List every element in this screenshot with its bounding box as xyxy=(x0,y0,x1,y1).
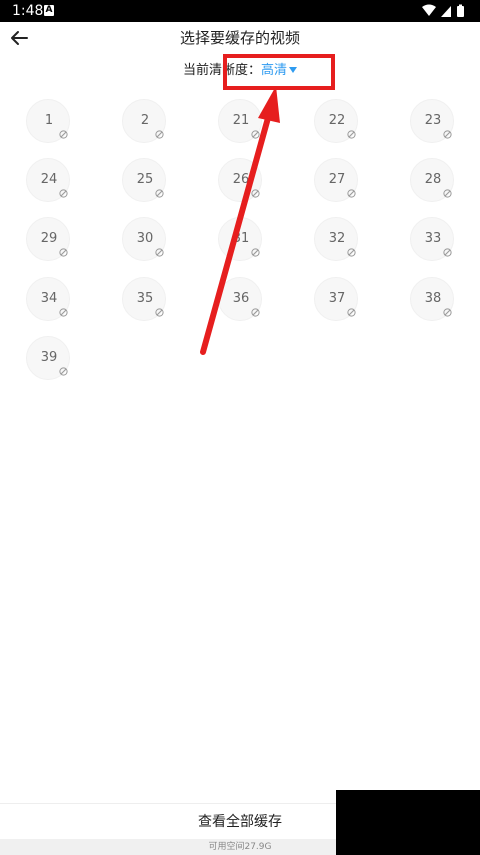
not-cached-icon xyxy=(155,308,164,317)
episode-item[interactable]: 23 xyxy=(410,99,454,143)
status-time: 1:48 xyxy=(12,3,44,19)
episode-item[interactable]: 37 xyxy=(314,277,358,321)
episode-item[interactable]: 38 xyxy=(410,277,454,321)
episode-item[interactable]: 28 xyxy=(410,158,454,202)
episode-item[interactable]: 33 xyxy=(410,217,454,261)
not-cached-icon xyxy=(155,248,164,257)
episode-item[interactable]: 39 xyxy=(26,336,70,380)
not-cached-icon xyxy=(251,308,260,317)
not-cached-icon xyxy=(59,367,68,376)
episode-item[interactable]: 29 xyxy=(26,217,70,261)
black-overlay-box xyxy=(336,790,480,855)
not-cached-icon xyxy=(59,308,68,317)
episode-item[interactable]: 25 xyxy=(122,158,166,202)
wifi-icon xyxy=(422,4,436,16)
episode-item[interactable]: 30 xyxy=(122,217,166,261)
not-cached-icon xyxy=(155,189,164,198)
not-cached-icon xyxy=(347,248,356,257)
app-notification-letter: A xyxy=(45,5,53,15)
not-cached-icon xyxy=(251,130,260,139)
header: 选择要缓存的视频 xyxy=(0,22,480,58)
episode-item[interactable]: 21 xyxy=(218,99,262,143)
not-cached-icon xyxy=(347,189,356,198)
episode-item[interactable]: 1 xyxy=(26,99,70,143)
episode-item[interactable]: 22 xyxy=(314,99,358,143)
not-cached-icon xyxy=(443,130,452,139)
not-cached-icon xyxy=(251,248,260,257)
page-title: 选择要缓存的视频 xyxy=(179,29,300,47)
highlight-box xyxy=(223,54,335,90)
not-cached-icon xyxy=(251,189,260,198)
not-cached-icon xyxy=(443,308,452,317)
episode-item[interactable]: 24 xyxy=(26,158,70,202)
status-icons xyxy=(420,3,470,19)
episode-item[interactable]: 26 xyxy=(218,158,262,202)
episode-item[interactable]: 2 xyxy=(122,99,166,143)
not-cached-icon xyxy=(155,130,164,139)
episode-item[interactable]: 34 xyxy=(26,277,70,321)
not-cached-icon xyxy=(347,308,356,317)
episode-item[interactable]: 27 xyxy=(314,158,358,202)
app-notification-icon: A xyxy=(44,5,54,16)
episode-item[interactable]: 36 xyxy=(218,277,262,321)
battery-icon xyxy=(457,4,464,17)
not-cached-icon xyxy=(59,248,68,257)
signal-icon xyxy=(441,6,451,17)
not-cached-icon xyxy=(443,189,452,198)
episode-item[interactable]: 35 xyxy=(122,277,166,321)
episode-item[interactable]: 32 xyxy=(314,217,358,261)
episode-item[interactable]: 31 xyxy=(218,217,262,261)
status-bar: 1:48 A xyxy=(0,0,480,22)
not-cached-icon xyxy=(347,130,356,139)
not-cached-icon xyxy=(59,130,68,139)
not-cached-icon xyxy=(59,189,68,198)
not-cached-icon xyxy=(443,248,452,257)
